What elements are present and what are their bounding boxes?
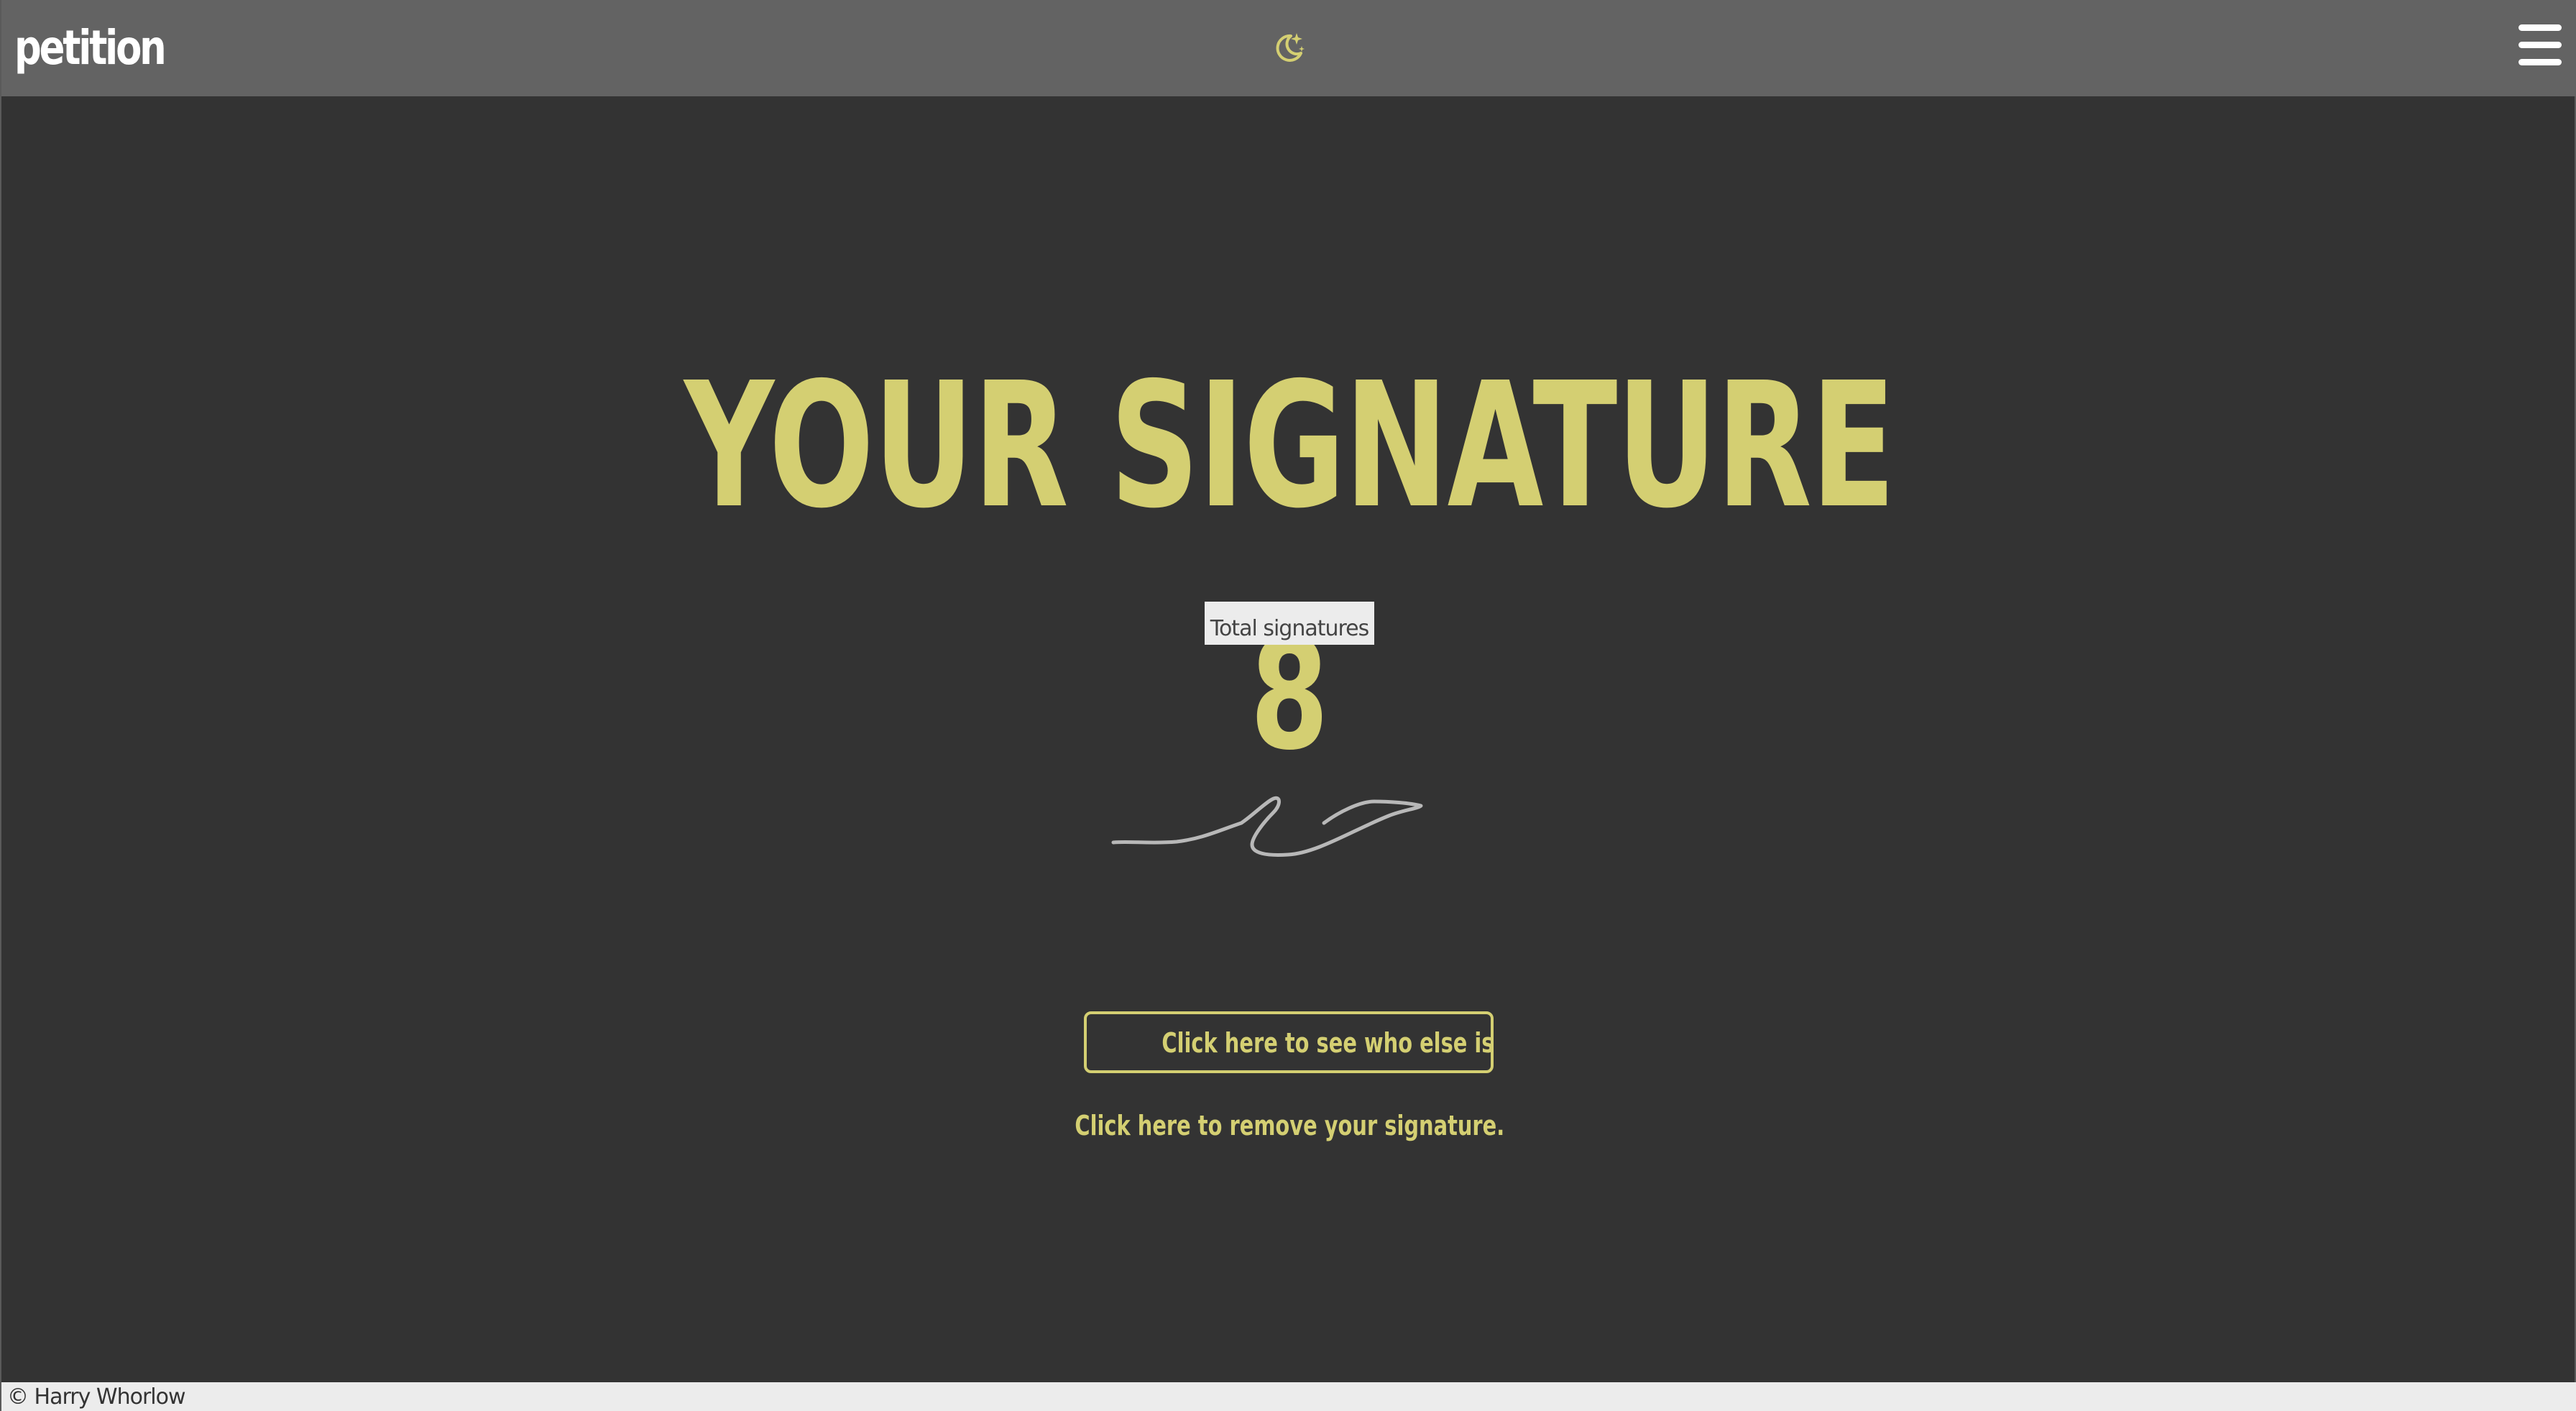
- page: petition YOUR SIGNATURE 8 Total signatur…: [0, 0, 2576, 1411]
- page-title: YOUR SIGNATURE: [684, 345, 1895, 546]
- copyright-text: © Harry Whorlow: [7, 1384, 185, 1410]
- moon-stars-icon[interactable]: [1269, 29, 1307, 66]
- see-involved-label: Click here to see who else is involved!: [1162, 1027, 1494, 1059]
- remove-signature-link[interactable]: Click here to remove your signature.: [1, 1104, 2576, 1147]
- hamburger-menu-icon[interactable]: [2517, 22, 2563, 69]
- tooltip-total-signatures: Total signatures: [1205, 602, 1374, 645]
- footer: © Harry Whorlow: [1, 1382, 2576, 1411]
- top-bar: petition: [1, 0, 2576, 96]
- signature-image: [1101, 787, 1460, 881]
- brand-logo[interactable]: petition: [14, 16, 167, 81]
- see-involved-button[interactable]: Click here to see who else is involved!: [1084, 1011, 1494, 1073]
- remove-signature-label: Click here to remove your signature.: [1075, 1110, 1504, 1141]
